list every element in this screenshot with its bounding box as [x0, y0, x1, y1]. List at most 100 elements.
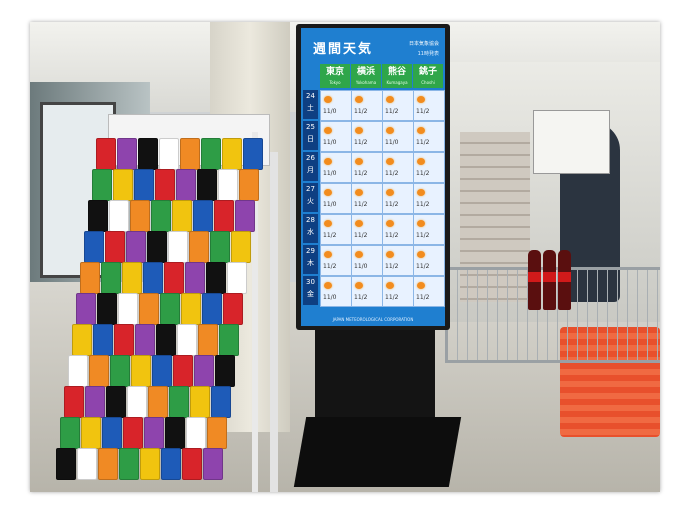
gift-card	[77, 448, 97, 480]
sun-icon	[417, 189, 425, 196]
forecast-temp: 11/2	[354, 139, 368, 146]
gift-card	[98, 448, 118, 480]
forecast-temp: 11/2	[354, 201, 368, 208]
forecast-cell: 11/0	[351, 245, 383, 276]
forecast-cell: 11/0	[320, 183, 352, 214]
paper-sign	[533, 110, 610, 174]
gift-card	[214, 200, 234, 232]
gift-card	[110, 355, 130, 387]
forecast-cell: 11/0	[320, 121, 352, 152]
gift-card	[117, 138, 137, 170]
gift-card	[109, 200, 129, 232]
gift-card	[88, 200, 108, 232]
sun-icon	[355, 220, 363, 227]
gift-card	[130, 200, 150, 232]
day-date: 28	[306, 216, 315, 224]
gift-card	[215, 355, 235, 387]
gift-card	[122, 262, 142, 294]
day-label: 25 日	[303, 121, 318, 150]
sun-icon	[324, 127, 332, 134]
forecast-cell: 11/2	[382, 90, 414, 121]
gift-card	[56, 448, 76, 480]
forecast-temp: 11/2	[416, 170, 430, 177]
gift-card	[160, 293, 180, 325]
forecast-temp: 11/2	[323, 232, 337, 239]
day-weekday: 金	[307, 290, 314, 298]
gift-card	[211, 386, 231, 418]
forecast-cell: 11/2	[413, 183, 445, 214]
gift-card	[176, 169, 196, 201]
gift-card	[168, 231, 188, 263]
sun-icon	[386, 220, 394, 227]
gift-card	[80, 262, 100, 294]
agency-label: 日本気象協会	[408, 41, 439, 47]
gift-card	[148, 386, 168, 418]
forecast-cell: 11/2	[413, 214, 445, 245]
gift-card-rack	[52, 132, 263, 492]
forecast-cell: 11/2	[413, 276, 445, 307]
forecast-temp: 11/2	[416, 263, 430, 270]
weather-title: 週間天気	[313, 42, 374, 57]
forecast-cell: 11/2	[382, 245, 414, 276]
sun-icon	[386, 282, 394, 289]
forecast-cell: 11/2	[320, 245, 352, 276]
day-date: 26	[306, 154, 315, 162]
forecast-temp: 11/0	[323, 139, 337, 146]
forecast-cell: 11/2	[382, 276, 414, 307]
issue-time: 11時発表	[417, 51, 439, 57]
gift-card	[235, 200, 255, 232]
forecast-temp: 11/2	[385, 232, 399, 239]
day-label: 29 木	[303, 245, 318, 274]
gift-card	[97, 293, 117, 325]
day-label: 28 水	[303, 214, 318, 243]
gift-card	[64, 386, 84, 418]
gift-card	[119, 448, 139, 480]
gift-card	[210, 231, 230, 263]
gift-card	[155, 169, 175, 201]
forecast-cell: 11/2	[320, 214, 352, 245]
forecast-temp: 11/2	[416, 232, 430, 239]
gift-card	[219, 324, 239, 356]
forecast-cell: 11/2	[413, 121, 445, 152]
gift-card	[135, 324, 155, 356]
sun-icon	[417, 220, 425, 227]
forecast-cell: 11/0	[320, 276, 352, 307]
gift-card	[60, 417, 80, 449]
forecast-temp: 11/2	[385, 108, 399, 115]
gift-card	[143, 262, 163, 294]
gift-card	[131, 355, 151, 387]
day-weekday: 火	[307, 197, 314, 205]
gift-card	[68, 355, 88, 387]
day-date: 29	[306, 247, 315, 255]
gift-card	[182, 448, 202, 480]
gift-card	[76, 293, 96, 325]
store-photo: 500 週間天気 日本気象協会 11時発表 JAPAN METEOROLOGIC…	[30, 22, 660, 492]
gift-card	[127, 386, 147, 418]
forecast-cell: 11/2	[351, 121, 383, 152]
forecast-temp: 11/2	[416, 139, 430, 146]
day-weekday: 月	[307, 166, 314, 174]
forecast-cell: 11/2	[413, 245, 445, 276]
day-weekday: 水	[307, 228, 314, 236]
gift-card	[118, 293, 138, 325]
sun-icon	[355, 251, 363, 258]
digital-signage: 週間天気 日本気象協会 11時発表 JAPAN METEOROLOGICAL C…	[296, 24, 450, 330]
gift-card	[105, 231, 125, 263]
forecast-cell: 11/2	[351, 183, 383, 214]
sun-icon	[324, 96, 332, 103]
day-label: 24 土	[303, 90, 318, 119]
gift-card	[206, 262, 226, 294]
forecast-temp: 11/0	[323, 294, 337, 301]
city-romaji: Choshi	[421, 80, 435, 85]
gift-card	[151, 200, 171, 232]
gift-card	[92, 169, 112, 201]
gift-card	[89, 355, 109, 387]
forecast-temp: 11/0	[385, 139, 399, 146]
gift-card	[152, 355, 172, 387]
gift-card	[189, 231, 209, 263]
gift-card	[243, 138, 263, 170]
gift-card	[93, 324, 113, 356]
forecast-cell: 11/2	[351, 276, 383, 307]
gift-card	[139, 293, 159, 325]
city-romaji: Yokohama	[355, 80, 377, 85]
